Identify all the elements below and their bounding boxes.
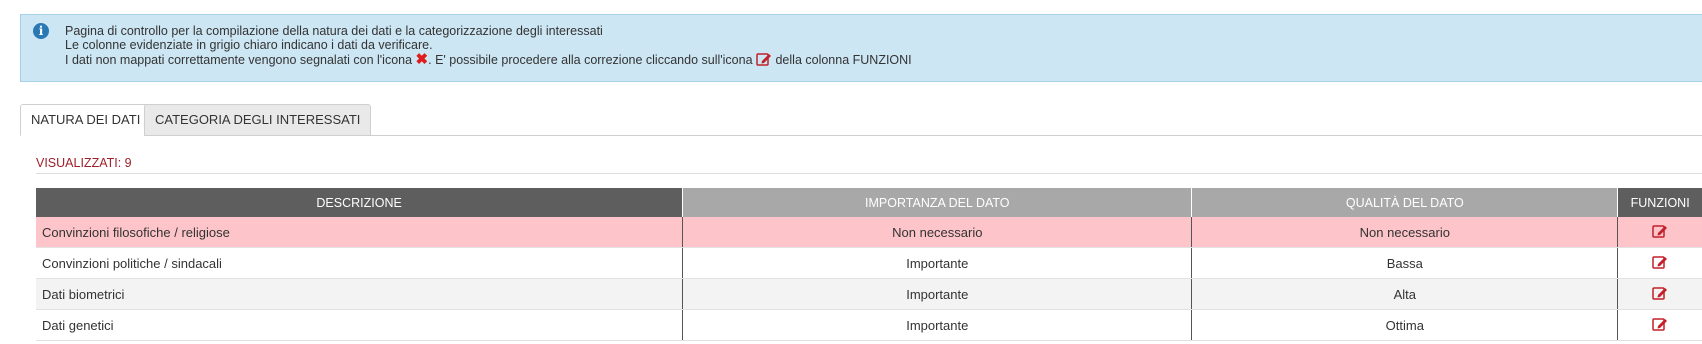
cell-descrizione: Convinzioni politiche / sindacali xyxy=(36,247,684,279)
cell-funzioni xyxy=(1617,247,1702,279)
edit-icon[interactable] xyxy=(1652,286,1668,303)
header-descrizione[interactable]: DESCRIZIONE xyxy=(36,188,684,217)
table-row: Convinzioni politiche / sindacali Import… xyxy=(36,247,1702,279)
info-line-3-c: della colonna FUNZIONI xyxy=(775,53,912,67)
table-row: Convinzioni filosofiche / religiose Non … xyxy=(36,217,1702,248)
tab-categoria-degli-interessati[interactable]: CATEGORIA DEGLI INTERESSATI xyxy=(144,104,372,136)
info-line-1: Pagina di controllo per la compilazione … xyxy=(65,24,603,38)
cell-funzioni xyxy=(1617,217,1702,248)
info-line-3-a: I dati non mappati correttamente vengono… xyxy=(65,53,413,67)
cell-qualita: Alta xyxy=(1191,278,1619,310)
table-row: Dati biometrici Importante Alta xyxy=(36,278,1702,310)
x-mark-icon: ✖ xyxy=(415,51,429,68)
cell-importanza: Importante xyxy=(682,278,1193,310)
tab-natura-dei-dati[interactable]: NATURA DEI DATI xyxy=(20,104,152,136)
cell-qualita: Non necessario xyxy=(1191,217,1619,248)
cell-importanza: Importante xyxy=(682,247,1193,279)
data-table: DESCRIZIONE IMPORTANZA DEL DATO QUALITÀ … xyxy=(36,188,1702,341)
cell-descrizione: Convinzioni filosofiche / religiose xyxy=(36,217,684,248)
edit-icon[interactable] xyxy=(1652,317,1668,334)
header-funzioni: FUNZIONI xyxy=(1617,188,1702,217)
table-row: Dati genetici Importante Ottima xyxy=(36,309,1702,341)
edit-icon[interactable] xyxy=(1652,255,1668,272)
tab-bar: NATURA DEI DATI CATEGORIA DEGLI INTERESS… xyxy=(20,104,1702,136)
edit-icon xyxy=(756,52,772,69)
cell-qualita: Ottima xyxy=(1191,309,1619,341)
cell-descrizione: Dati genetici xyxy=(36,309,684,341)
visualized-count: VISUALIZZATI: 9 xyxy=(36,156,132,170)
header-qualita[interactable]: QUALITÀ DEL DATO xyxy=(1191,188,1619,217)
cell-funzioni xyxy=(1617,309,1702,341)
info-line-3: I dati non mappati correttamente vengono… xyxy=(65,52,912,69)
cell-importanza: Importante xyxy=(682,309,1193,341)
edit-icon[interactable] xyxy=(1652,224,1668,241)
header-importanza[interactable]: IMPORTANZA DEL DATO xyxy=(682,188,1193,217)
cell-funzioni xyxy=(1617,278,1702,310)
info-icon: i xyxy=(33,23,49,39)
cell-qualita: Bassa xyxy=(1191,247,1619,279)
cell-importanza: Non necessario xyxy=(682,217,1193,248)
info-line-2: Le colonne evidenziate in grigio chiaro … xyxy=(65,38,433,52)
cell-descrizione: Dati biometrici xyxy=(36,278,684,310)
divider xyxy=(36,173,1702,174)
info-alert: i Pagina di controllo per la compilazion… xyxy=(20,14,1702,82)
info-line-3-b: . E' possibile procedere alla correzione… xyxy=(428,53,753,67)
